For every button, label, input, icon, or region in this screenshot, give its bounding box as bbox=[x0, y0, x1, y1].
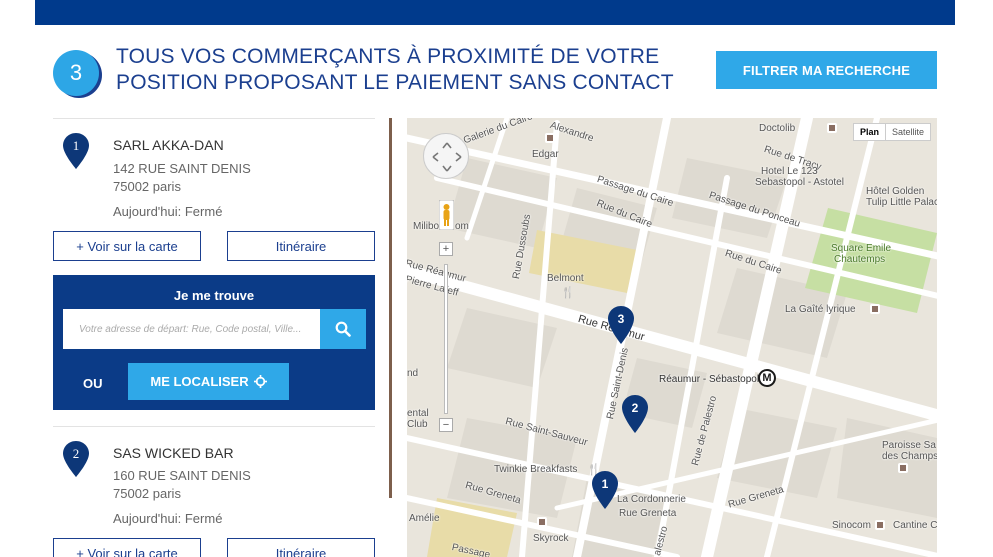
map-label-paroisse: Paroisse Sa bbox=[882, 440, 936, 451]
filter-search-button[interactable]: FILTRER MA RECHERCHE bbox=[716, 51, 937, 89]
map-poi-icon[interactable] bbox=[875, 520, 885, 530]
map-poi-icon[interactable] bbox=[870, 304, 880, 314]
store-1-address: 142 RUE SAINT DENIS bbox=[113, 161, 251, 176]
map-marker-1[interactable]: 1 bbox=[592, 471, 618, 509]
heading-line-2: POSITION PROPOSANT LE PAIEMENT SANS CONT… bbox=[116, 71, 674, 94]
map-label-twinkie: Twinkie Breakfasts bbox=[494, 464, 578, 475]
map-type-plan-button[interactable]: Plan bbox=[853, 123, 887, 141]
map-poi-icon[interactable] bbox=[827, 123, 837, 133]
list-scrollbar[interactable] bbox=[389, 118, 392, 498]
step-number-badge: 3 bbox=[53, 50, 99, 96]
map-label-square-sub: Chautemps bbox=[834, 254, 886, 265]
locate-me-button[interactable]: ME LOCALISER bbox=[128, 363, 289, 400]
page-heading: TOUS VOS COMMERÇANTS À PROXIMITÉ DE VOTR… bbox=[116, 44, 696, 96]
map-pan-control[interactable] bbox=[423, 133, 469, 179]
map-label-skyrock: Skyrock bbox=[533, 533, 569, 544]
map-label-cantine: Cantine C bbox=[893, 520, 937, 531]
map-label-belmont: Belmont bbox=[547, 273, 584, 284]
map-label-paroisse-sub: des Champs bbox=[882, 451, 937, 462]
or-label: OU bbox=[83, 376, 103, 391]
metro-station-icon[interactable]: M bbox=[758, 369, 776, 387]
store-1-city: 75002 paris bbox=[113, 179, 181, 194]
store-1-view-on-map-button[interactable]: + Voir sur la carte bbox=[53, 231, 201, 261]
store-2-directions-button[interactable]: Itinéraire bbox=[227, 538, 375, 557]
map-marker-2-label: 2 bbox=[632, 401, 639, 415]
address-search-button[interactable] bbox=[320, 309, 366, 349]
store-2-marker-number: 2 bbox=[73, 446, 80, 461]
top-banner bbox=[35, 0, 955, 25]
store-2-name: SAS WICKED BAR bbox=[113, 445, 234, 461]
map-label-doctolib: Doctolib bbox=[759, 123, 796, 134]
store-2-marker-icon: 2 bbox=[63, 441, 89, 477]
map-label-milibo: Milibo bbox=[413, 221, 440, 232]
store-1-directions-button[interactable]: Itinéraire bbox=[227, 231, 375, 261]
map-label-hotel-golden-sub: Tulip Little Palac bbox=[866, 197, 937, 208]
store-1-marker-icon: 1 bbox=[63, 133, 89, 169]
map-label-nd: nd bbox=[407, 368, 419, 379]
zoom-in-button[interactable]: + bbox=[439, 242, 453, 256]
map-marker-1-label: 1 bbox=[602, 477, 609, 491]
crosshair-icon bbox=[253, 375, 267, 388]
store-2-address: 160 RUE SAINT DENIS bbox=[113, 468, 251, 483]
map-poi-icon[interactable] bbox=[537, 517, 547, 527]
map-marker-2[interactable]: 2 bbox=[622, 395, 648, 433]
map-poi-icon[interactable] bbox=[898, 463, 908, 473]
map-label-hotel-123: Hotel Le 123 bbox=[761, 166, 818, 177]
map-label-ental: ental bbox=[407, 408, 429, 419]
zoom-out-button[interactable]: − bbox=[439, 418, 453, 432]
map-type-satellite-button[interactable]: Satellite bbox=[885, 123, 932, 141]
map-marker-3-label: 3 bbox=[618, 312, 625, 326]
map-label-reaumur-sebastopol: Réaumur - Sébastopol bbox=[659, 374, 760, 385]
list-divider bbox=[53, 118, 375, 119]
store-2-city: 75002 paris bbox=[113, 486, 181, 501]
store-2-hours: Aujourd'hui: Fermé bbox=[113, 511, 223, 526]
restaurant-icon[interactable]: 🍴 bbox=[561, 286, 575, 299]
map-label-amelie: Amélie bbox=[409, 513, 440, 524]
locator-title: Je me trouve bbox=[173, 288, 255, 303]
map-label-edgar: Edgar bbox=[532, 149, 559, 160]
store-1-hours: Aujourd'hui: Fermé bbox=[113, 204, 223, 219]
locator-panel: Je me trouve OU ME LOCALISER bbox=[53, 275, 375, 410]
map-label-hotel-123-sub: Sebastopol - Astotel bbox=[755, 177, 844, 188]
pan-arrows-icon bbox=[432, 142, 462, 172]
map-label-rue-greneta: Rue Greneta bbox=[619, 508, 677, 519]
map-label-square: Square Emile bbox=[831, 243, 892, 254]
map-label-om: om bbox=[455, 221, 469, 232]
search-icon bbox=[335, 321, 351, 337]
map-label-club: Club bbox=[407, 419, 428, 430]
map-label-gaite: La Gaîté lyrique bbox=[785, 304, 856, 315]
locate-me-label: ME LOCALISER bbox=[150, 374, 249, 389]
store-1-marker-number: 1 bbox=[73, 138, 80, 153]
map-label-cordonnerie: La Cordonnerie bbox=[617, 494, 686, 505]
map-poi-icon[interactable] bbox=[545, 133, 555, 143]
list-divider bbox=[53, 426, 375, 427]
store-1-name: SARL AKKA-DAN bbox=[113, 137, 224, 153]
street-view-pegman-icon[interactable] bbox=[439, 200, 454, 230]
store-2-view-on-map-button[interactable]: + Voir sur la carte bbox=[53, 538, 201, 557]
map-view[interactable]: Galerie du Caire Alexandre Edgar Doctoli… bbox=[407, 118, 937, 557]
zoom-slider[interactable] bbox=[444, 264, 448, 414]
map-label-sinocom: Sinocom bbox=[832, 520, 871, 531]
start-address-input[interactable] bbox=[63, 309, 320, 349]
heading-line-1: TOUS VOS COMMERÇANTS À PROXIMITÉ DE VOTR… bbox=[116, 45, 660, 68]
map-label-hotel-golden: Hôtel Golden bbox=[866, 186, 925, 197]
map-marker-3[interactable]: 3 bbox=[608, 306, 634, 344]
